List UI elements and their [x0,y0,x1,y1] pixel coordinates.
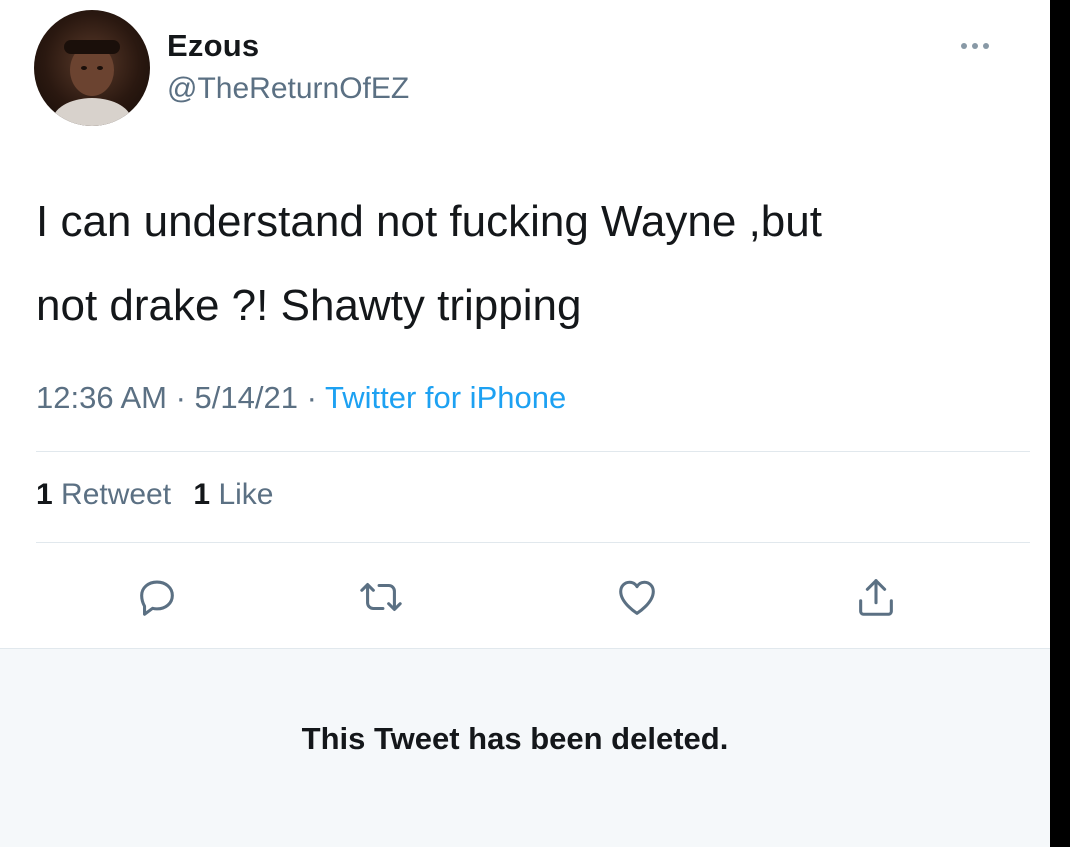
tweet-metadata: 12:36 AM · 5/14/21 · Twitter for iPhone [36,380,566,416]
tweet-text-line: I can understand not fucking Wayne ,but [36,197,822,246]
display-name[interactable]: Ezous [167,28,259,64]
retweet-icon[interactable] [356,572,406,622]
user-handle[interactable]: @TheReturnOfEZ [167,72,409,106]
like-count-link[interactable]: 1 Like [193,478,273,511]
tweet-screen: Ezous @TheReturnOfEZ I can understand no… [0,0,1050,847]
more-icon[interactable] [950,34,1000,58]
retweet-label: Retweet [52,478,172,511]
tweet-source-link[interactable]: Twitter for iPhone [325,380,566,415]
meta-separator: · [166,380,195,415]
deleted-quoted-tweet: This Tweet has been deleted. [0,648,1050,847]
deleted-tweet-message: This Tweet has been deleted. [301,721,729,756]
retweet-count: 1 [36,478,53,511]
engagement-stats: 1 Retweet 1 Like [36,478,287,512]
tweet-date[interactable]: 5/14/21 [195,380,298,415]
avatar[interactable] [34,10,150,126]
meta-separator: · [297,380,325,415]
avatar-photo [52,40,132,126]
like-label: Like [210,478,274,511]
tweet-text: I can understand not fucking Wayne ,but … [36,180,1026,348]
heart-icon[interactable] [612,572,662,622]
retweet-count-link[interactable]: 1 Retweet [36,478,171,511]
tweet-text-line: not drake ?! Shawty tripping [36,281,582,330]
like-count: 1 [193,478,211,511]
tweet-time[interactable]: 12:36 AM [36,380,167,415]
divider [36,451,1030,452]
divider [36,542,1030,543]
reply-icon[interactable] [132,572,182,622]
share-icon[interactable] [851,572,901,622]
